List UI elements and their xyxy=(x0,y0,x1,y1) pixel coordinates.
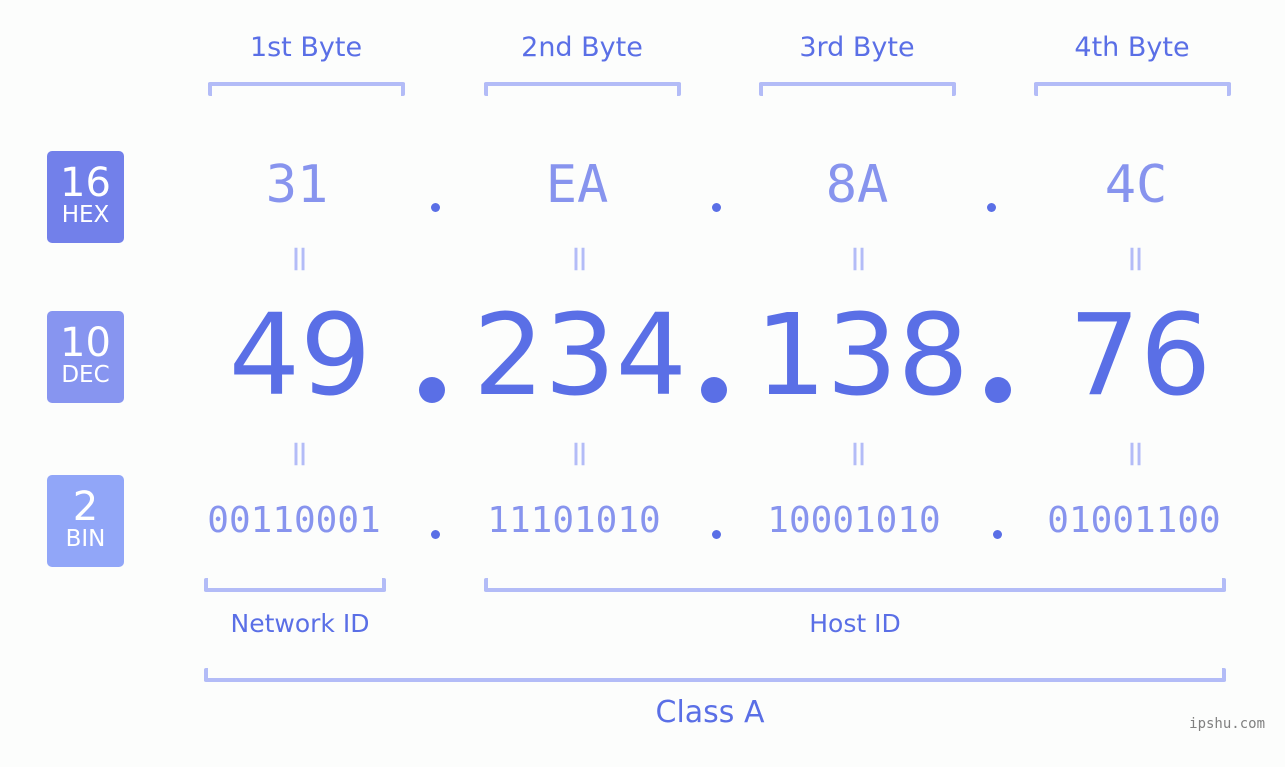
equals-icon: = xyxy=(838,243,880,274)
byte-bracket-2 xyxy=(484,82,681,96)
byte-label-4: 4th Byte xyxy=(1074,32,1190,63)
bin-value-3: 10001010 xyxy=(767,500,941,541)
hex-dot-2 xyxy=(712,203,721,212)
equals-icon: = xyxy=(559,243,601,274)
bin-badge-label: BIN xyxy=(65,526,106,552)
dec-value-2: 234 xyxy=(473,291,687,421)
byte-bracket-4 xyxy=(1034,82,1231,96)
byte-label-1: 1st Byte xyxy=(249,32,363,63)
dec-value-1: 49 xyxy=(228,291,372,421)
bin-dot-2 xyxy=(712,530,721,539)
hex-badge-base: 16 xyxy=(60,160,111,206)
hex-dot-3 xyxy=(987,203,996,212)
network-id-bracket xyxy=(204,578,386,592)
host-id-bracket xyxy=(484,578,1226,592)
bin-value-4: 01001100 xyxy=(1047,500,1221,541)
bin-dot-3 xyxy=(993,530,1002,539)
host-id-label: Host ID xyxy=(809,609,901,638)
equals-icon: = xyxy=(838,438,880,469)
equals-icon: = xyxy=(279,243,321,274)
hex-value-2: EA xyxy=(545,155,609,215)
dec-dot-2 xyxy=(701,377,727,403)
hex-value-3: 8A xyxy=(825,155,889,215)
bin-value-2: 11101010 xyxy=(487,500,661,541)
byte-bracket-1 xyxy=(208,82,405,96)
hex-value-4: 4C xyxy=(1104,155,1168,215)
bin-value-1: 00110001 xyxy=(207,500,381,541)
bin-badge: 2 BIN xyxy=(47,475,124,567)
byte-label-2: 2nd Byte xyxy=(521,32,643,63)
bin-badge-base: 2 xyxy=(72,484,99,530)
equals-icon: = xyxy=(559,438,601,469)
equals-icon: = xyxy=(1115,243,1157,274)
watermark: ipshu.com xyxy=(1189,716,1265,732)
bin-dot-1 xyxy=(431,530,440,539)
equals-icon: = xyxy=(1115,438,1157,469)
equals-icon: = xyxy=(279,438,321,469)
dec-badge: 10 DEC xyxy=(47,311,124,403)
dec-badge-label: DEC xyxy=(61,362,110,388)
dec-dot-1 xyxy=(419,377,445,403)
dec-value-4: 76 xyxy=(1068,291,1212,421)
dec-dot-3 xyxy=(985,377,1011,403)
hex-value-1: 31 xyxy=(265,155,329,215)
network-id-label: Network ID xyxy=(230,609,370,638)
dec-badge-base: 10 xyxy=(60,320,111,366)
dec-value-3: 138 xyxy=(755,291,969,421)
class-label: Class A xyxy=(655,695,765,730)
hex-badge: 16 HEX xyxy=(47,151,124,243)
hex-badge-label: HEX xyxy=(61,202,110,228)
class-bracket xyxy=(204,668,1226,682)
hex-dot-1 xyxy=(431,203,440,212)
byte-label-3: 3rd Byte xyxy=(799,32,915,63)
byte-bracket-3 xyxy=(759,82,956,96)
